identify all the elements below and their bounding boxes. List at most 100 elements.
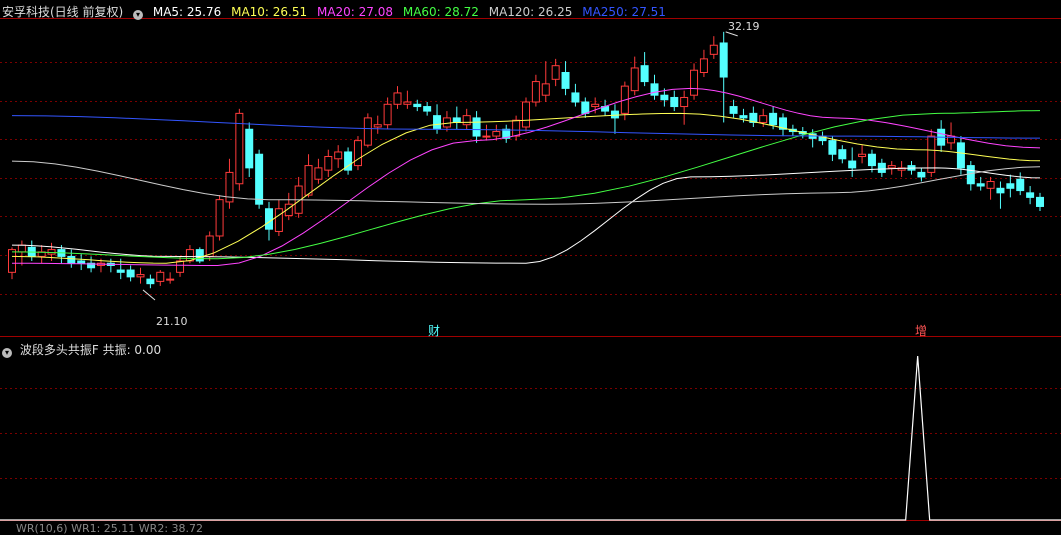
candle-body [393,92,402,105]
candle-body [136,274,145,278]
candle-body [462,115,471,126]
low-pointer [142,289,156,301]
candle-body [452,117,461,123]
candle-body [838,149,847,160]
candle-body [265,208,273,230]
indicator-spike-line [0,355,1061,521]
candle-body [1006,183,1015,189]
marker-zeng[interactable]: 增 [915,322,927,339]
candle-body [126,269,135,278]
candle-body [166,278,175,281]
candle-body [591,103,600,108]
candle-body [1026,192,1035,198]
candle-body [215,199,224,237]
ma60-label: MA60: 28.72 [402,5,479,19]
candle-body [245,128,254,169]
candle-body [334,151,343,160]
settings-circle-icon[interactable]: ▾ [133,10,144,20]
candle-body [512,119,521,137]
candle-body [403,101,412,105]
candle-body [630,67,639,92]
candle-body [858,153,867,158]
candle-body [551,65,560,80]
candle-body [423,106,432,112]
candle-body [314,167,323,180]
ma5-label: MA5: 25.76 [152,5,222,19]
candle-body [729,106,738,114]
candle-body [571,92,580,103]
candle-body [828,140,837,155]
candle-body [976,183,985,187]
candle-body [699,58,708,73]
candle-body [373,124,382,128]
indicator-circle-icon[interactable]: ▾ [2,348,12,358]
candle-body [709,44,718,55]
candle-body [353,140,362,167]
candle-body [956,142,965,169]
candle-body [472,117,481,137]
candle-body [610,110,619,119]
candle-body [185,249,194,262]
chart-header: 安孚科技(日线 前复权) ▾ MA5: 25.76 MA10: 26.51 MA… [2,3,672,20]
candle-body [255,153,264,205]
candle-body [561,71,570,89]
candle-body [640,65,649,83]
candle-body [680,96,689,108]
candle-body [650,83,659,96]
candle-body [363,117,372,146]
candle-body [156,271,165,282]
stock-title[interactable]: 安孚科技(日线 前复权) [2,5,123,19]
candle-body [8,249,16,273]
ma-line-ma5 [11,167,1041,264]
candle-body [739,115,748,119]
candle-body [482,135,491,138]
candle-body [660,94,669,101]
candle-body [670,96,679,108]
ma250-label: MA250: 27.51 [582,5,666,19]
candle-body [195,249,204,262]
candle-body [769,112,778,126]
ma20-label: MA20: 27.08 [316,5,394,19]
candle-body [522,101,530,128]
candle-body [304,165,313,196]
candle-body [759,115,768,123]
marker-cai[interactable]: 财 [428,322,440,339]
candle-body [442,117,451,128]
candle-body [986,180,995,189]
candle-body [541,83,550,96]
candle-body [67,255,76,264]
high-price-label: 32.19 [728,20,760,33]
candle-body [47,249,56,255]
price-chart[interactable] [0,0,1061,529]
candle-body [867,153,876,167]
ma10-label: MA10: 26.51 [231,5,308,19]
candle-body [1036,196,1044,207]
candle-body [77,260,86,264]
candle-body [116,269,125,273]
candle-body [17,244,26,253]
candle-body [927,135,936,173]
candle-body [413,103,422,108]
candle-body [690,69,699,96]
indicator-value: 共振: 0.00 [102,343,162,357]
candle-body [887,165,896,169]
ma120-label: MA120: 26.25 [488,5,573,19]
candle-body [1016,178,1025,192]
candle-body [877,162,886,173]
indicator-header: ▾ 波段多头共振F 共振: 0.00 [2,341,161,358]
low-price-label: 21.10 [156,315,188,328]
indicator-title[interactable]: 波段多头共振F [20,343,99,357]
candle-body [966,165,975,185]
candle-body [531,81,540,103]
candle-body [274,208,283,232]
candle-body [996,187,1005,194]
candle-body [848,160,857,169]
candle-body [324,156,333,171]
candle-body [383,103,392,126]
candle-body [492,131,501,137]
candle-body [176,260,185,273]
candle-body [719,42,728,78]
candle-body [581,101,590,114]
candle-body [146,278,155,285]
candle-body [433,115,442,130]
